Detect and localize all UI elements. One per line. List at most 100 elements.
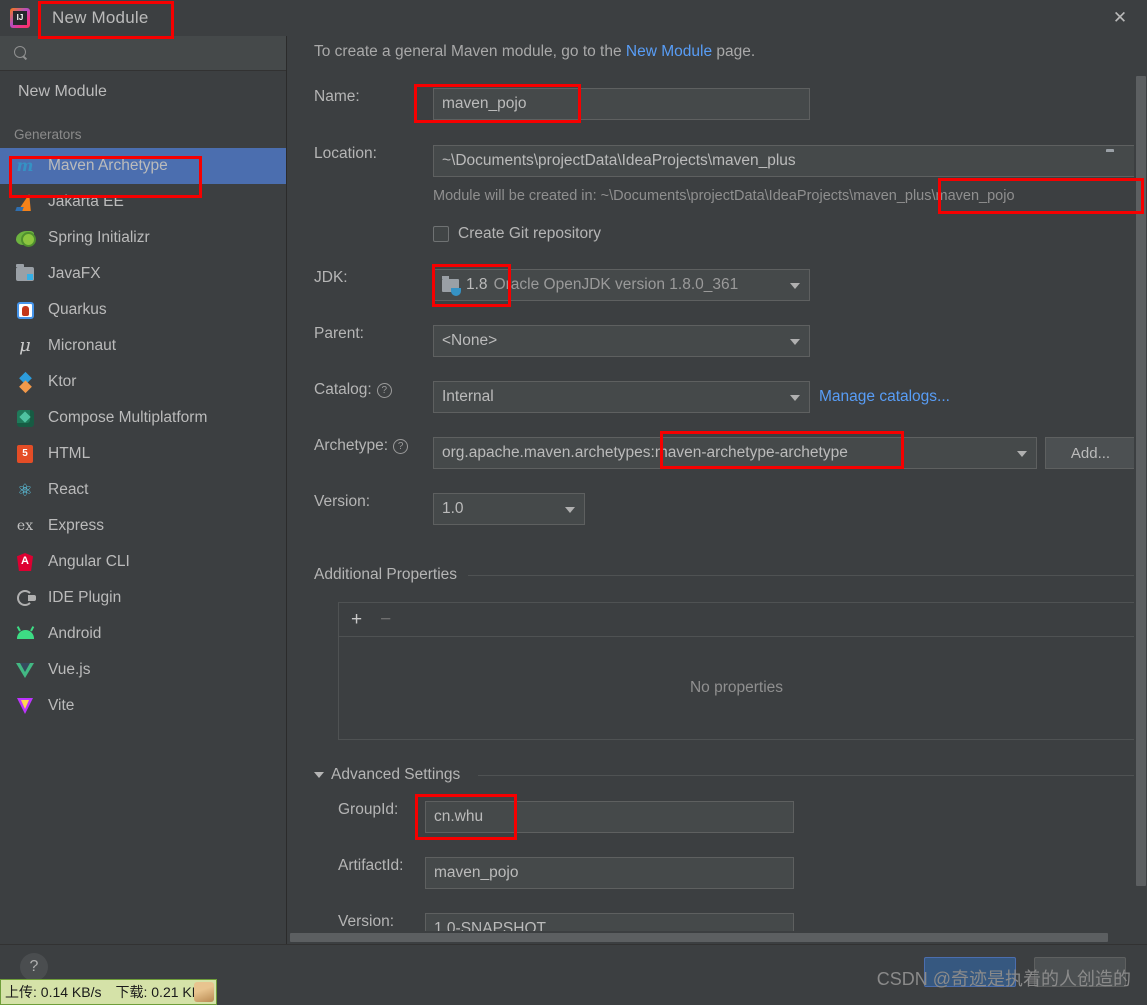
section-divider — [468, 575, 1135, 576]
javafx-icon — [14, 264, 36, 284]
adv-version-row: Version: — [338, 913, 424, 931]
parent-label: Parent: — [314, 325, 364, 342]
main-panel: To create a general Maven module, go to … — [288, 36, 1147, 944]
spring-icon — [14, 228, 36, 248]
artifactid-value: maven_pojo — [434, 864, 519, 881]
location-row: Location: — [314, 145, 434, 163]
sidebar-item-micronaut[interactable]: μ Micronaut — [0, 328, 286, 364]
archetype-label: Archetype: — [314, 437, 389, 454]
jdk-select[interactable]: 1.8 Oracle OpenJDK version 1.8.0_361 — [433, 269, 810, 301]
archetype-row: Archetype: ? — [314, 437, 409, 455]
sidebar-item-quarkus[interactable]: Quarkus — [0, 292, 286, 328]
horizontal-scrollbar[interactable] — [288, 931, 1134, 944]
sidebar-item-angular-cli[interactable]: A Angular CLI — [0, 544, 286, 580]
chevron-down-icon — [790, 283, 800, 289]
search-input[interactable] — [0, 36, 286, 71]
name-input[interactable]: maven_pojo — [433, 88, 810, 120]
sidebar: New Module Generators m Maven Archetype … — [0, 36, 287, 1005]
chevron-down-icon — [1017, 451, 1027, 457]
upload-speed: 上传: 0.14 KB/s — [5, 984, 102, 1000]
sidebar-item-android[interactable]: Android — [0, 616, 286, 652]
sidebar-item-html[interactable]: 5 HTML — [0, 436, 286, 472]
properties-toolbar: + − — [339, 603, 1134, 637]
avatar — [193, 982, 214, 1002]
ktor-icon — [14, 372, 36, 392]
version-value: 1.0 — [442, 500, 464, 517]
parent-value: <None> — [442, 332, 498, 349]
additional-properties-box: + − No properties — [338, 602, 1135, 740]
jakarta-ee-icon — [14, 192, 36, 212]
create-button[interactable] — [924, 957, 1016, 987]
sidebar-item-react[interactable]: ⚛ React — [0, 472, 286, 508]
sidebar-item-compose-multiplatform[interactable]: Compose Multiplatform — [0, 400, 286, 436]
manage-catalogs-link[interactable]: Manage catalogs... — [819, 388, 950, 406]
vertical-scrollbar-thumb[interactable] — [1136, 76, 1146, 886]
name-value: maven_pojo — [442, 95, 527, 112]
new-module-dialog: New Module ✕ New Module Generators m Mav… — [0, 0, 1147, 1005]
archetype-select[interactable]: org.apache.maven.archetypes:maven-archet… — [433, 437, 1037, 469]
sidebar-item-new-module[interactable]: New Module — [0, 71, 286, 113]
express-icon: ex — [16, 518, 34, 534]
network-speed-widget: 上传: 0.14 KB/s 下载: 0.21 KB/s — [0, 979, 217, 1005]
search-icon — [14, 45, 29, 61]
location-label: Location: — [314, 145, 377, 162]
checkbox-box — [433, 226, 449, 242]
angular-icon: A — [14, 552, 36, 572]
add-button-label: Add... — [1070, 444, 1111, 462]
create-git-repository-checkbox[interactable]: Create Git repository — [433, 225, 601, 243]
location-input[interactable]: ~\Documents\projectData\IdeaProjects\mav… — [433, 145, 1135, 177]
help-button[interactable]: ? — [20, 953, 48, 981]
sidebar-item-express[interactable]: ex Express — [0, 508, 286, 544]
maven-icon: m — [16, 156, 34, 175]
sidebar-item-label: Maven Archetype — [48, 157, 168, 174]
vue-icon — [14, 660, 36, 680]
archetype-value: org.apache.maven.archetypes:maven-archet… — [442, 444, 848, 461]
sidebar-item-label: Micronaut — [48, 337, 117, 354]
help-icon[interactable]: ? — [393, 438, 409, 454]
sidebar-item-javafx[interactable]: JavaFX — [0, 256, 286, 292]
add-property-icon[interactable]: + — [351, 610, 362, 629]
sidebar-item-label: IDE Plugin — [48, 589, 122, 606]
help-icon[interactable]: ? — [376, 382, 392, 398]
sidebar-item-label: Jakarta EE — [48, 193, 124, 210]
advanced-settings-toggle[interactable]: Advanced Settings — [314, 766, 469, 784]
create-git-repository-label: Create Git repository — [458, 225, 601, 242]
parent-row: Parent: — [314, 325, 434, 343]
sidebar-item-label: HTML — [48, 445, 91, 462]
sidebar-item-ide-plugin[interactable]: IDE Plugin — [0, 580, 286, 616]
horizontal-scrollbar-thumb[interactable] — [290, 933, 1108, 942]
sidebar-item-spring-initializr[interactable]: Spring Initializr — [0, 220, 286, 256]
sidebar-item-maven-archetype[interactable]: m Maven Archetype — [0, 148, 286, 184]
version-select[interactable]: 1.0 — [433, 493, 585, 525]
jdk-icon — [442, 275, 461, 296]
quarkus-icon — [14, 300, 36, 320]
add-archetype-button[interactable]: Add... — [1045, 437, 1136, 469]
catalog-select[interactable]: Internal — [433, 381, 810, 413]
catalog-value: Internal — [442, 388, 494, 405]
title-bar: New Module ✕ — [0, 0, 1147, 36]
sidebar-item-jakarta-ee[interactable]: Jakarta EE — [0, 184, 286, 220]
parent-select[interactable]: <None> — [433, 325, 810, 357]
sidebar-item-ktor[interactable]: Ktor — [0, 364, 286, 400]
sidebar-item-label: New Module — [18, 83, 107, 100]
chevron-down-icon — [565, 507, 575, 513]
sidebar-item-vuejs[interactable]: Vue.js — [0, 652, 286, 688]
name-label: Name: — [314, 88, 360, 105]
sidebar-item-label: Ktor — [48, 373, 77, 390]
jdk-version: 1.8 — [466, 276, 488, 293]
window-title: New Module — [52, 8, 149, 27]
chevron-down-icon — [314, 771, 324, 778]
sidebar-item-label: Compose Multiplatform — [48, 409, 208, 426]
new-module-link[interactable]: New Module — [626, 43, 712, 60]
intro-prefix: To create a general Maven module, go to … — [314, 43, 626, 60]
intellij-idea-logo — [10, 8, 30, 28]
sidebar-item-vite[interactable]: Vite — [0, 688, 286, 724]
groupid-label: GroupId: — [338, 801, 399, 818]
close-icon[interactable]: ✕ — [1107, 6, 1133, 30]
vertical-scrollbar[interactable] — [1134, 36, 1147, 944]
artifactid-input[interactable]: maven_pojo — [425, 857, 794, 889]
catalog-label: Catalog: — [314, 381, 372, 398]
cancel-button[interactable] — [1034, 957, 1126, 987]
groupid-input[interactable]: cn.whu — [425, 801, 794, 833]
artifactid-row: ArtifactId: — [338, 857, 424, 875]
